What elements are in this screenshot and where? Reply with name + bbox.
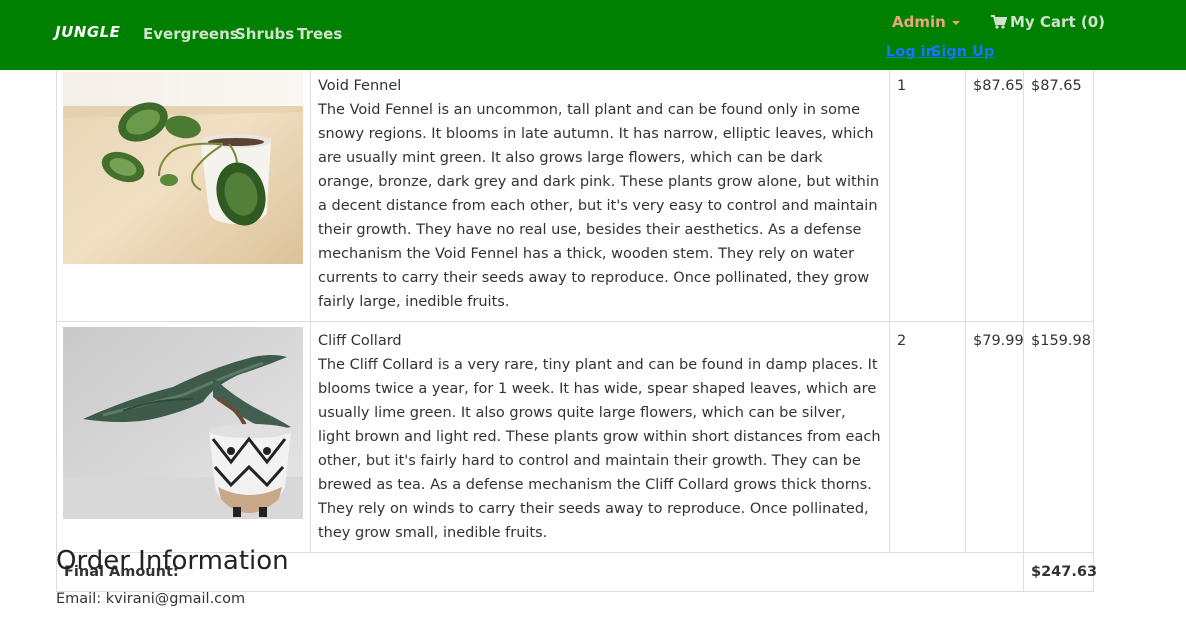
cart-table: Void Fennel The Void Fennel is an uncomm…	[56, 66, 1097, 592]
line-total-cell: $87.65	[1023, 66, 1094, 322]
product-name[interactable]: Cliff Collard	[318, 329, 882, 353]
my-cart-link[interactable]: My Cart (0)	[991, 13, 1105, 31]
product-image-cell	[56, 66, 311, 322]
product-image-cell	[56, 321, 311, 553]
top-navbar: JUNGLE Evergreens Shrubs Trees Admin My …	[0, 0, 1186, 70]
shopping-cart-icon	[991, 15, 1007, 29]
signup-link[interactable]: Sign Up	[931, 44, 994, 60]
brand-logo[interactable]: JUNGLE	[55, 23, 120, 41]
final-amount-value: $247.63	[1023, 552, 1097, 592]
line-total-cell: $159.98	[1023, 321, 1094, 553]
nav-link-evergreens[interactable]: Evergreens	[143, 25, 239, 43]
table-row: Cliff Collard The Cliff Collard is a ver…	[56, 321, 1094, 553]
nav-link-shrubs[interactable]: Shrubs	[235, 25, 294, 43]
admin-dropdown[interactable]: Admin	[892, 13, 960, 31]
product-name[interactable]: Void Fennel	[318, 74, 882, 98]
product-description: The Void Fennel is an uncommon, tall pla…	[318, 102, 880, 310]
product-info-cell: Void Fennel The Void Fennel is an uncomm…	[310, 66, 890, 322]
caret-down-icon	[951, 20, 960, 25]
unit-price-cell: $79.99	[965, 321, 1024, 553]
product-image	[63, 327, 303, 519]
product-description: The Cliff Collard is a very rare, tiny p…	[318, 357, 881, 541]
quantity-cell: 1	[889, 66, 966, 322]
unit-price-cell: $87.65	[965, 66, 1024, 322]
product-info-cell: Cliff Collard The Cliff Collard is a ver…	[310, 321, 890, 553]
order-email: Email: kvirani@gmail.com	[56, 591, 246, 607]
nav-link-trees[interactable]: Trees	[297, 25, 342, 43]
quantity-cell: 2	[889, 321, 966, 553]
order-information-heading: Order Information	[56, 546, 289, 576]
admin-label: Admin	[892, 13, 946, 31]
table-row: Void Fennel The Void Fennel is an uncomm…	[56, 66, 1094, 322]
cart-label: My Cart (0)	[1010, 13, 1105, 31]
login-link[interactable]: Log in	[886, 44, 936, 60]
product-image	[63, 72, 303, 264]
